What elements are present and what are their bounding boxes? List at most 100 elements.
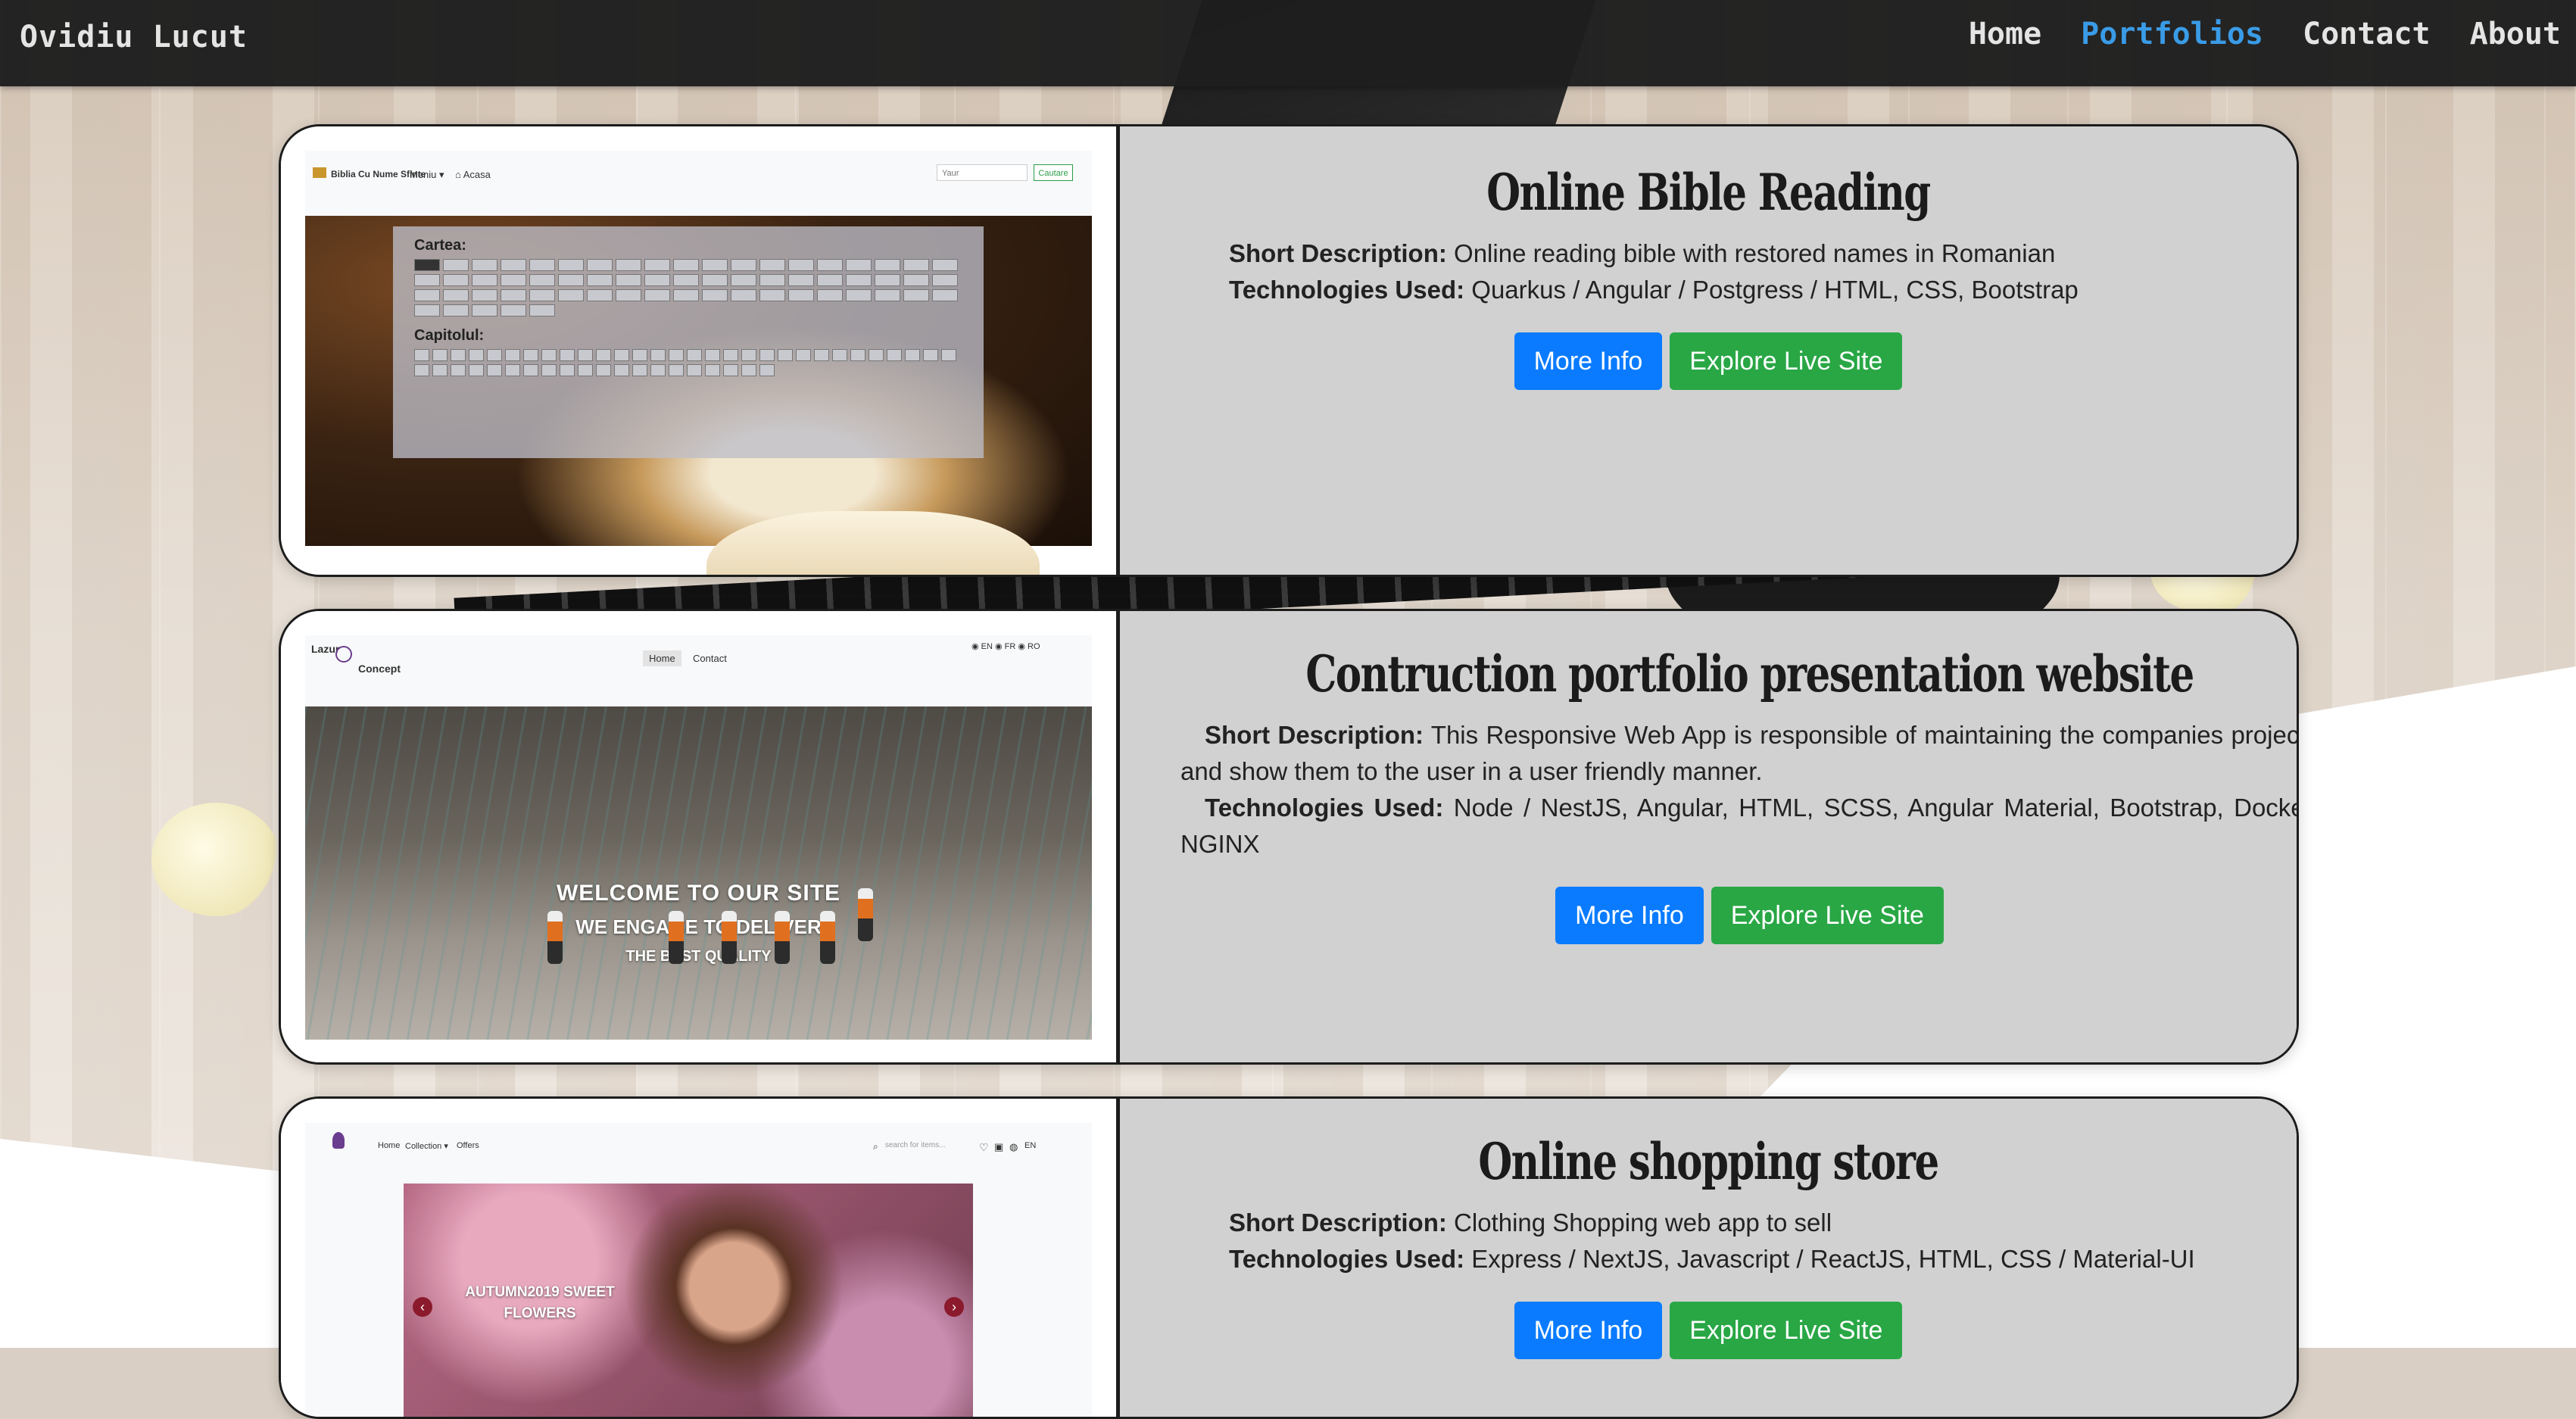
chip bbox=[723, 364, 738, 376]
explore-live-site-button[interactable]: Explore Live Site bbox=[1711, 887, 1944, 944]
chip bbox=[673, 289, 699, 301]
chip bbox=[741, 364, 756, 376]
preview-logo bbox=[332, 1132, 345, 1149]
chip bbox=[759, 349, 775, 361]
preview-menu: Meniu ▾ bbox=[410, 169, 444, 180]
chip bbox=[702, 289, 728, 301]
chip bbox=[705, 364, 720, 376]
portfolio-card: Biblia Cu Nume Sfinte Meniu ▾ ⌂ Acasa Ya… bbox=[279, 124, 2299, 577]
worker-figure bbox=[820, 911, 835, 964]
chip bbox=[443, 304, 469, 317]
portfolio-preview: Biblia Cu Nume Sfinte Meniu ▾ ⌂ Acasa Ya… bbox=[281, 126, 1120, 575]
portfolio-title: Contruction portfolio presentation websi… bbox=[1305, 644, 2194, 703]
nav-link-about[interactable]: About bbox=[2470, 17, 2561, 51]
short-description-row: Short Description: Clothing Shopping web… bbox=[1205, 1205, 2236, 1241]
chip bbox=[796, 349, 811, 361]
chip bbox=[673, 259, 699, 271]
more-info-button[interactable]: More Info bbox=[1514, 332, 1663, 390]
worker-figure bbox=[722, 911, 737, 964]
preview-slide-caption: AUTUMN2019 SWEET FLOWERS bbox=[465, 1284, 615, 1321]
nav-links: Home Portfolios Contact About bbox=[1969, 17, 2561, 51]
preview-globe-icon: ◍ bbox=[1009, 1141, 1018, 1152]
chip bbox=[632, 364, 647, 376]
chip bbox=[702, 274, 728, 286]
technologies-label: Technologies Used: bbox=[1229, 276, 1465, 304]
preview-logo-bottom: Concept bbox=[358, 663, 401, 675]
chip bbox=[702, 259, 728, 271]
chevron-right-icon: › bbox=[944, 1297, 964, 1317]
chip bbox=[759, 274, 785, 286]
chip bbox=[472, 274, 497, 286]
chip bbox=[432, 349, 448, 361]
chip bbox=[759, 259, 785, 271]
preview-book-icon bbox=[313, 167, 326, 178]
portfolio-description: Short Description: This Responsive Web A… bbox=[1180, 717, 2297, 862]
chip bbox=[501, 259, 526, 271]
chip bbox=[472, 259, 497, 271]
nav-link-home[interactable]: Home bbox=[1969, 17, 2041, 51]
nav-link-portfolios[interactable]: Portfolios bbox=[2081, 17, 2263, 51]
chip bbox=[644, 274, 670, 286]
chip bbox=[558, 259, 584, 271]
preview-hero-line3: THE BEST QUALITY bbox=[625, 948, 772, 965]
chip bbox=[850, 349, 865, 361]
preview-search-input: Yaur bbox=[937, 164, 1028, 181]
preview-logo-icon bbox=[335, 646, 352, 663]
chevron-left-icon: ‹ bbox=[413, 1297, 432, 1317]
preview-hero-text: WELCOME TO OUR SITE WE ENGAGE TO DELIVER… bbox=[305, 881, 1092, 965]
preview-language: EN bbox=[1024, 1141, 1037, 1150]
worker-figure bbox=[547, 911, 563, 964]
preview-nav-collection: Collection ▾ bbox=[405, 1142, 448, 1151]
chip bbox=[541, 364, 557, 376]
chip bbox=[832, 349, 847, 361]
brand-name[interactable]: Ovidiu Lucut bbox=[20, 20, 248, 55]
chip bbox=[469, 349, 484, 361]
chip bbox=[469, 364, 484, 376]
preview-search-button: Cautare bbox=[1034, 164, 1073, 181]
chip bbox=[443, 289, 469, 301]
short-description-label: Short Description: bbox=[1229, 1208, 1447, 1237]
chip bbox=[673, 274, 699, 286]
background-flower bbox=[151, 803, 280, 916]
portfolio-card: Home Collection ▾ Offers ⌕ search for it… bbox=[279, 1096, 2299, 1419]
worker-figure bbox=[858, 888, 873, 941]
preview-languages: ◉ EN ◉ FR ◉ RO bbox=[971, 642, 1040, 651]
chip bbox=[523, 364, 538, 376]
chip bbox=[443, 274, 469, 286]
chip bbox=[687, 364, 702, 376]
technologies-text: Quarkus / Angular / Postgress / HTML, CS… bbox=[1471, 276, 2079, 304]
preview-screenshot[interactable]: Lazur Concept Home Contact ◉ EN ◉ FR ◉ R… bbox=[305, 635, 1092, 1040]
preview-book-selector: Cartea: Capitolul: bbox=[393, 226, 984, 458]
chip bbox=[741, 349, 756, 361]
more-info-button[interactable]: More Info bbox=[1514, 1302, 1663, 1359]
chip bbox=[846, 289, 872, 301]
chip bbox=[596, 364, 611, 376]
preview-navbar: Biblia Cu Nume Sfinte Meniu ▾ ⌂ Acasa Ya… bbox=[305, 151, 1092, 201]
preview-navbar: Home Collection ▾ Offers ⌕ search for it… bbox=[305, 1123, 1092, 1173]
portfolio-info: Online shopping store Short Description:… bbox=[1120, 1099, 2297, 1417]
explore-live-site-button[interactable]: Explore Live Site bbox=[1670, 332, 1903, 390]
explore-live-site-button[interactable]: Explore Live Site bbox=[1670, 1302, 1903, 1359]
more-info-button[interactable]: More Info bbox=[1555, 887, 1704, 944]
chip bbox=[932, 259, 958, 271]
nav-link-contact[interactable]: Contact bbox=[2303, 17, 2431, 51]
chip bbox=[723, 349, 738, 361]
chip bbox=[578, 364, 593, 376]
preview-nav-home: Home bbox=[643, 650, 681, 666]
chip bbox=[414, 289, 440, 301]
preview-nav-home: Home bbox=[378, 1141, 401, 1150]
chip bbox=[905, 349, 920, 361]
short-description-row: Short Description: Online reading bible … bbox=[1205, 235, 2236, 272]
chip bbox=[932, 274, 958, 286]
chip bbox=[778, 349, 793, 361]
preview-screenshot[interactable]: Biblia Cu Nume Sfinte Meniu ▾ ⌂ Acasa Ya… bbox=[305, 151, 1092, 575]
chip bbox=[903, 289, 929, 301]
preview-screenshot[interactable]: Home Collection ▾ Offers ⌕ search for it… bbox=[305, 1123, 1092, 1417]
portfolio-preview: Lazur Concept Home Contact ◉ EN ◉ FR ◉ R… bbox=[281, 611, 1120, 1062]
chip bbox=[616, 259, 641, 271]
short-description-text: Clothing Shopping web app to sell bbox=[1454, 1208, 1832, 1237]
chip bbox=[587, 289, 613, 301]
chip bbox=[501, 274, 526, 286]
short-description-text: Online reading bible with restored names… bbox=[1454, 239, 2056, 267]
top-navbar: Ovidiu Lucut Home Portfolios Contact Abo… bbox=[0, 0, 2576, 86]
